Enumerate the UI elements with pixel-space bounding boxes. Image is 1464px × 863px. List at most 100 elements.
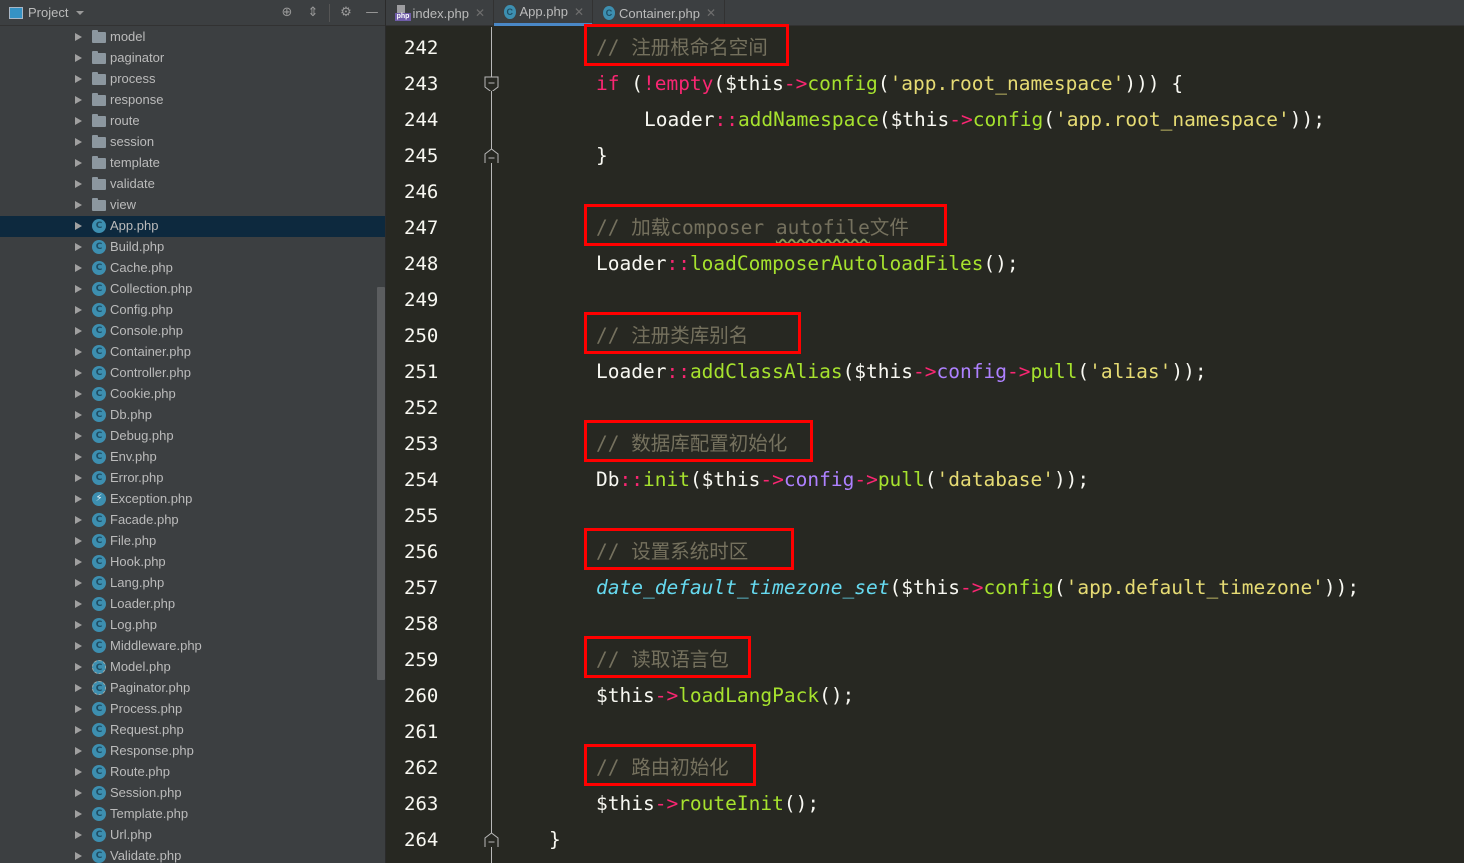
- tree-item[interactable]: C Config.php: [0, 300, 386, 321]
- code-line[interactable]: 253 // 数据库配置初始化: [386, 426, 1464, 462]
- tree-item[interactable]: C Request.php: [0, 720, 386, 741]
- expand-arrow-icon[interactable]: [75, 117, 82, 125]
- expand-arrow-icon[interactable]: [75, 75, 82, 83]
- expand-arrow-icon[interactable]: [75, 789, 82, 797]
- expand-arrow-icon[interactable]: [75, 600, 82, 608]
- expand-arrow-icon[interactable]: [75, 684, 82, 692]
- code-line[interactable]: 250 // 注册类库别名: [386, 318, 1464, 354]
- expand-arrow-icon[interactable]: [75, 54, 82, 62]
- code-line[interactable]: 262 // 路由初始化: [386, 750, 1464, 786]
- tree-item[interactable]: C Container.php: [0, 342, 386, 363]
- code-line[interactable]: 254 Db::init($this->config->pull('databas…: [386, 462, 1464, 498]
- tree-item[interactable]: C Process.php: [0, 699, 386, 720]
- code-line[interactable]: 255: [386, 498, 1464, 534]
- code-line[interactable]: 246: [386, 174, 1464, 210]
- tab-container-php[interactable]: C Container.php ✕: [593, 0, 725, 26]
- tree-item[interactable]: C Response.php: [0, 741, 386, 762]
- tree-item[interactable]: paginator: [0, 48, 386, 69]
- fold-collapse-icon[interactable]: [484, 76, 499, 91]
- expand-arrow-icon[interactable]: [75, 390, 82, 398]
- tree-item[interactable]: view: [0, 195, 386, 216]
- close-icon[interactable]: ✕: [475, 6, 485, 20]
- code-line[interactable]: 264}: [386, 822, 1464, 858]
- tree-item[interactable]: session: [0, 132, 386, 153]
- expand-arrow-icon[interactable]: [75, 369, 82, 377]
- expand-arrow-icon[interactable]: [75, 201, 82, 209]
- expand-arrow-icon[interactable]: [75, 621, 82, 629]
- code-line[interactable]: 263 $this->routeInit();: [386, 786, 1464, 822]
- expand-arrow-icon[interactable]: [75, 159, 82, 167]
- tree-item[interactable]: C Collection.php: [0, 279, 386, 300]
- expand-arrow-icon[interactable]: [75, 537, 82, 545]
- tree-item[interactable]: C Session.php: [0, 783, 386, 804]
- tree-item[interactable]: C Log.php: [0, 615, 386, 636]
- tree-item[interactable]: C Loader.php: [0, 594, 386, 615]
- tree-item[interactable]: C Cookie.php: [0, 384, 386, 405]
- expand-arrow-icon[interactable]: [75, 852, 82, 860]
- chevron-down-icon[interactable]: [76, 11, 84, 15]
- expand-arrow-icon[interactable]: [75, 642, 82, 650]
- tab-app-php[interactable]: C App.php ✕: [494, 0, 593, 26]
- expand-arrow-icon[interactable]: [75, 810, 82, 818]
- tree-item[interactable]: model: [0, 27, 386, 48]
- tree-item[interactable]: response: [0, 90, 386, 111]
- expand-arrow-icon[interactable]: [75, 348, 82, 356]
- expand-arrow-icon[interactable]: [75, 831, 82, 839]
- expand-arrow-icon[interactable]: [75, 453, 82, 461]
- expand-arrow-icon[interactable]: [75, 432, 82, 440]
- close-icon[interactable]: ✕: [574, 5, 584, 19]
- expand-arrow-icon[interactable]: [75, 180, 82, 188]
- tree-item[interactable]: C Db.php: [0, 405, 386, 426]
- expand-arrow-icon[interactable]: [75, 411, 82, 419]
- tree-item[interactable]: C File.php: [0, 531, 386, 552]
- tree-item[interactable]: C Middleware.php: [0, 636, 386, 657]
- code-line[interactable]: 257 date_default_timezone_set($this->conf…: [386, 570, 1464, 606]
- code-line[interactable]: 248 Loader::loadComposerAutoloadFiles();: [386, 246, 1464, 282]
- tree-item[interactable]: C Validate.php: [0, 846, 386, 863]
- expand-arrow-icon[interactable]: [75, 327, 82, 335]
- code-line[interactable]: 247 // 加载composer autofile文件: [386, 210, 1464, 246]
- expand-arrow-icon[interactable]: [75, 474, 82, 482]
- fold-end-icon[interactable]: [484, 832, 499, 847]
- code-line[interactable]: 244 Loader::addNamespace($this->config('a…: [386, 102, 1464, 138]
- expand-arrow-icon[interactable]: [75, 747, 82, 755]
- expand-arrow-icon[interactable]: [75, 264, 82, 272]
- tree-item[interactable]: ⚡ Exception.php: [0, 489, 386, 510]
- code-line[interactable]: 256 // 设置系统时区: [386, 534, 1464, 570]
- project-view-selector[interactable]: Project: [28, 5, 68, 20]
- tree-item[interactable]: C Model.php: [0, 657, 386, 678]
- tree-item[interactable]: route: [0, 111, 386, 132]
- tree-item[interactable]: C Hook.php: [0, 552, 386, 573]
- tree-item[interactable]: C Paginator.php: [0, 678, 386, 699]
- minimize-icon[interactable]: —: [364, 5, 380, 21]
- tree-item[interactable]: template: [0, 153, 386, 174]
- expand-arrow-icon[interactable]: [75, 558, 82, 566]
- tree-item[interactable]: validate: [0, 174, 386, 195]
- expand-arrow-icon[interactable]: [75, 768, 82, 776]
- tree-item[interactable]: C Lang.php: [0, 573, 386, 594]
- tree-item[interactable]: C App.php: [0, 216, 386, 237]
- code-line[interactable]: 243 if (!empty($this->config('app.root_na…: [386, 66, 1464, 102]
- expand-arrow-icon[interactable]: [75, 306, 82, 314]
- tree-item[interactable]: C Error.php: [0, 468, 386, 489]
- expand-arrow-icon[interactable]: [75, 516, 82, 524]
- tab-index-php[interactable]: php index.php ✕: [386, 0, 494, 26]
- tree-item[interactable]: C Controller.php: [0, 363, 386, 384]
- expand-arrow-icon[interactable]: [75, 495, 82, 503]
- tree-item[interactable]: C Env.php: [0, 447, 386, 468]
- tree-item[interactable]: C Url.php: [0, 825, 386, 846]
- code-line[interactable]: 261: [386, 714, 1464, 750]
- tree-item[interactable]: C Template.php: [0, 804, 386, 825]
- tree-item[interactable]: C Facade.php: [0, 510, 386, 531]
- expand-arrow-icon[interactable]: [75, 579, 82, 587]
- expand-arrow-icon[interactable]: [75, 243, 82, 251]
- expand-arrow-icon[interactable]: [75, 138, 82, 146]
- expand-arrow-icon[interactable]: [75, 726, 82, 734]
- fold-end-icon[interactable]: [484, 148, 499, 163]
- close-icon[interactable]: ✕: [706, 6, 716, 20]
- expand-arrow-icon[interactable]: [75, 663, 82, 671]
- expand-arrow-icon[interactable]: [75, 222, 82, 230]
- tree-item[interactable]: C Console.php: [0, 321, 386, 342]
- expand-arrow-icon[interactable]: [75, 285, 82, 293]
- code-line[interactable]: 249: [386, 282, 1464, 318]
